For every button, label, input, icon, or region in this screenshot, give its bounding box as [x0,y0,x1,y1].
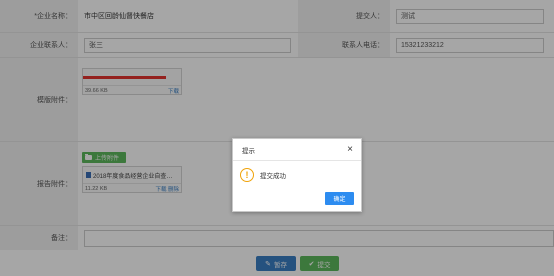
dialog-ok-button[interactable]: 确定 [325,192,354,205]
dialog-message: 提交成功 [260,173,286,180]
close-icon[interactable]: × [347,143,353,157]
dialog-body: ! 提交成功 [233,161,361,189]
warning-icon: ! [240,168,254,182]
dialog-title: 提示 [242,147,255,155]
dialog-header: 提示 × [233,139,361,161]
success-dialog: 提示 × ! 提交成功 确定 [232,138,362,212]
